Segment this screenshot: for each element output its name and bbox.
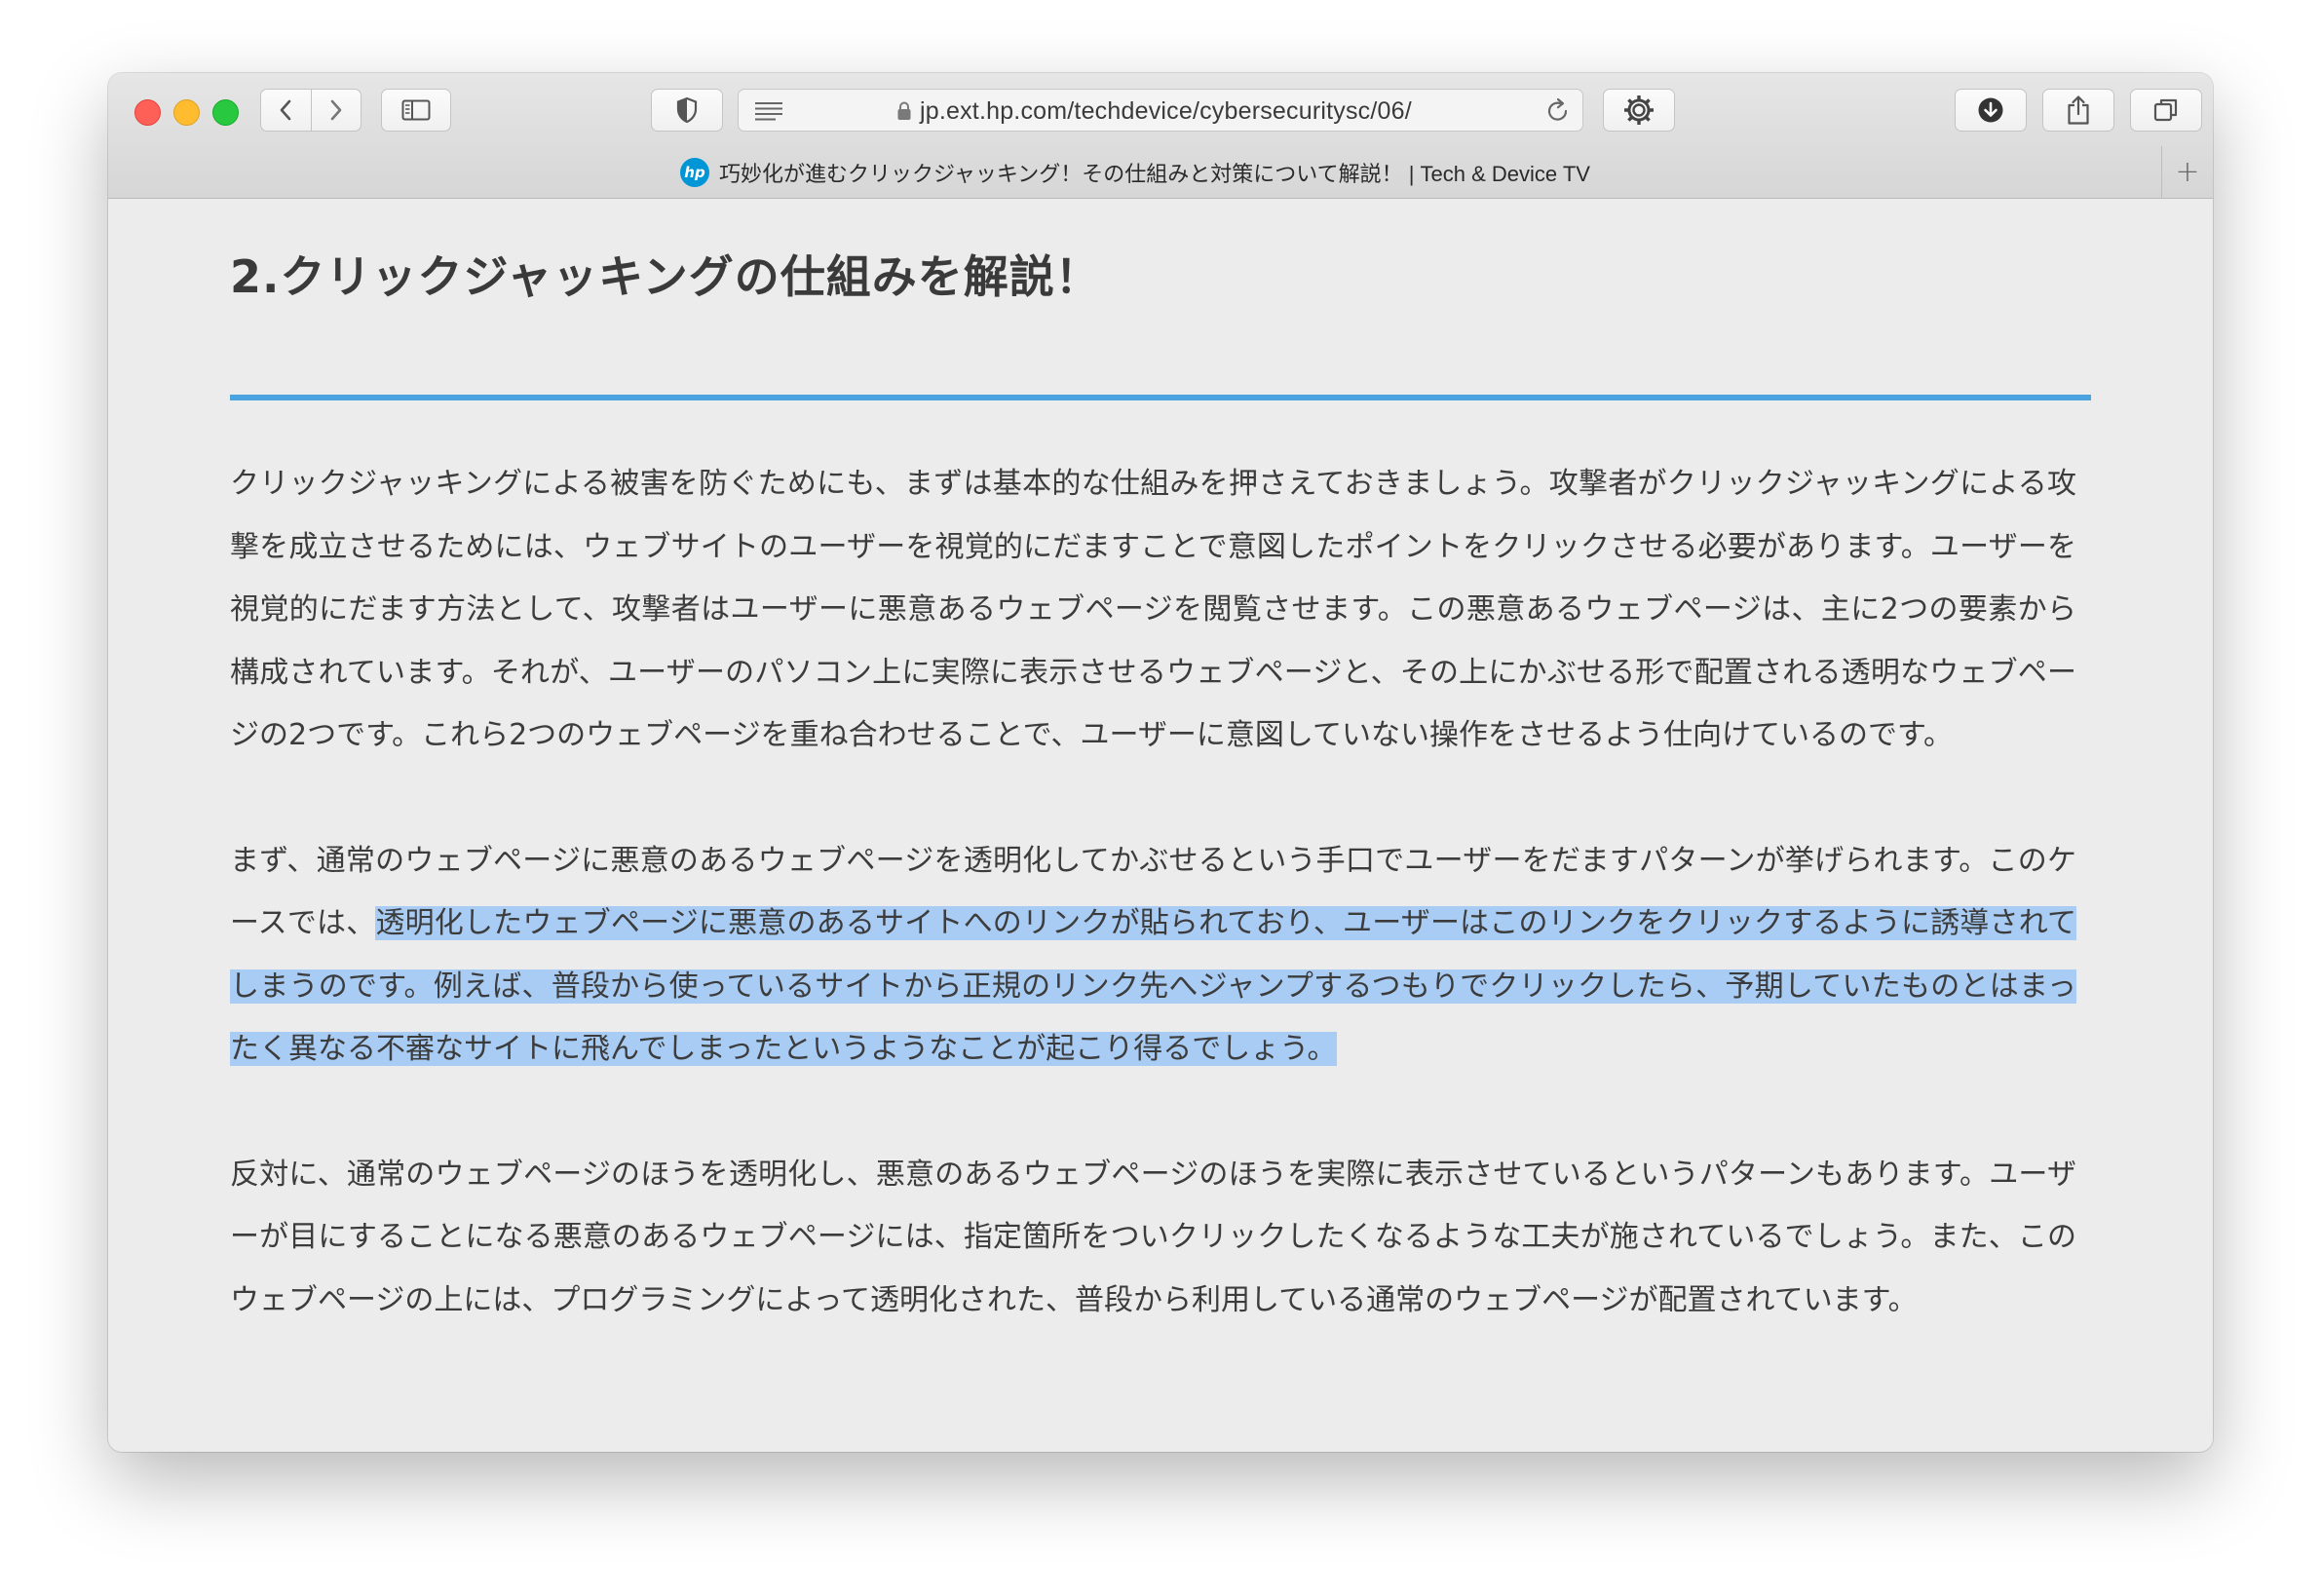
paragraph-2: まず、通常のウェブページに悪意のあるウェブページを透明化してかぶせるという手口で… xyxy=(230,830,2076,1082)
tab-overview-icon xyxy=(2153,98,2178,122)
share-button[interactable] xyxy=(2042,89,2114,132)
zoom-window-button[interactable] xyxy=(212,99,239,126)
minimize-window-button[interactable] xyxy=(173,99,200,126)
address-bar[interactable]: jp.ext.hp.com/techdevice/cybersecuritysc… xyxy=(738,89,1583,132)
new-tab-button[interactable]: + xyxy=(2161,146,2213,198)
extension-button[interactable] xyxy=(1603,89,1675,132)
forward-button[interactable] xyxy=(312,90,361,131)
reader-button[interactable] xyxy=(754,99,783,127)
active-tab[interactable]: hp 巧妙化が進むクリックジャッキング！その仕組みと対策について解説！ | Te… xyxy=(108,146,2162,198)
downloads-button[interactable] xyxy=(1955,89,2027,132)
paragraph-1: クリックジャッキングによる被害を防ぐためにも、まずは基本的な仕組みを押さえておき… xyxy=(230,467,2076,752)
privacy-shield-icon xyxy=(676,96,698,124)
chevron-right-icon xyxy=(330,99,342,121)
hp-logo-icon: hp xyxy=(680,157,710,187)
close-window-button[interactable] xyxy=(134,99,161,126)
privacy-report-button[interactable] xyxy=(651,89,723,132)
chevron-left-icon xyxy=(280,99,291,121)
toolbar: jp.ext.hp.com/techdevice/cybersecuritysc… xyxy=(108,73,2213,199)
browser-window: jp.ext.hp.com/techdevice/cybersecuritysc… xyxy=(108,73,2213,1452)
tab-bar: hp 巧妙化が進むクリックジャッキング！その仕組みと対策について解説！ | Te… xyxy=(108,146,2213,198)
reader-icon xyxy=(755,102,782,121)
section-heading: 2.クリックジャッキングの仕組みを解説！ xyxy=(230,250,1101,303)
heading-underline xyxy=(230,395,2091,400)
share-icon xyxy=(2068,95,2089,125)
lock-icon xyxy=(896,101,912,125)
gear-icon xyxy=(1624,95,1654,125)
selected-text: 透明化したウェブページに悪意のあるサイトへのリンクが貼られており、ユーザーはこの… xyxy=(230,906,2076,1066)
article-body: クリックジャッキングによる被害を防ぐためにも、まずは基本的な仕組みを押さえておき… xyxy=(230,453,2076,1394)
url-text: jp.ext.hp.com/techdevice/cybersecuritysc… xyxy=(920,97,1412,125)
paragraph-3: 反対に、通常のウェブページのほうを透明化し、悪意のあるウェブページのほうを実際に… xyxy=(230,1157,2076,1317)
download-icon xyxy=(1978,97,2003,123)
sidebar-button[interactable] xyxy=(381,89,451,132)
reload-icon xyxy=(1547,97,1568,121)
history-navigation xyxy=(260,89,361,132)
tab-title: 巧妙化が進むクリックジャッキング！その仕組みと対策について解説！ | Tech … xyxy=(719,161,1590,186)
page-content: 2.クリックジャッキングの仕組みを解説！ クリックジャッキングによる被害を防ぐた… xyxy=(108,199,2213,1452)
sidebar-icon xyxy=(401,99,431,121)
back-button[interactable] xyxy=(261,90,312,131)
tab-overview-button[interactable] xyxy=(2130,89,2202,132)
reload-button[interactable] xyxy=(1545,97,1571,129)
